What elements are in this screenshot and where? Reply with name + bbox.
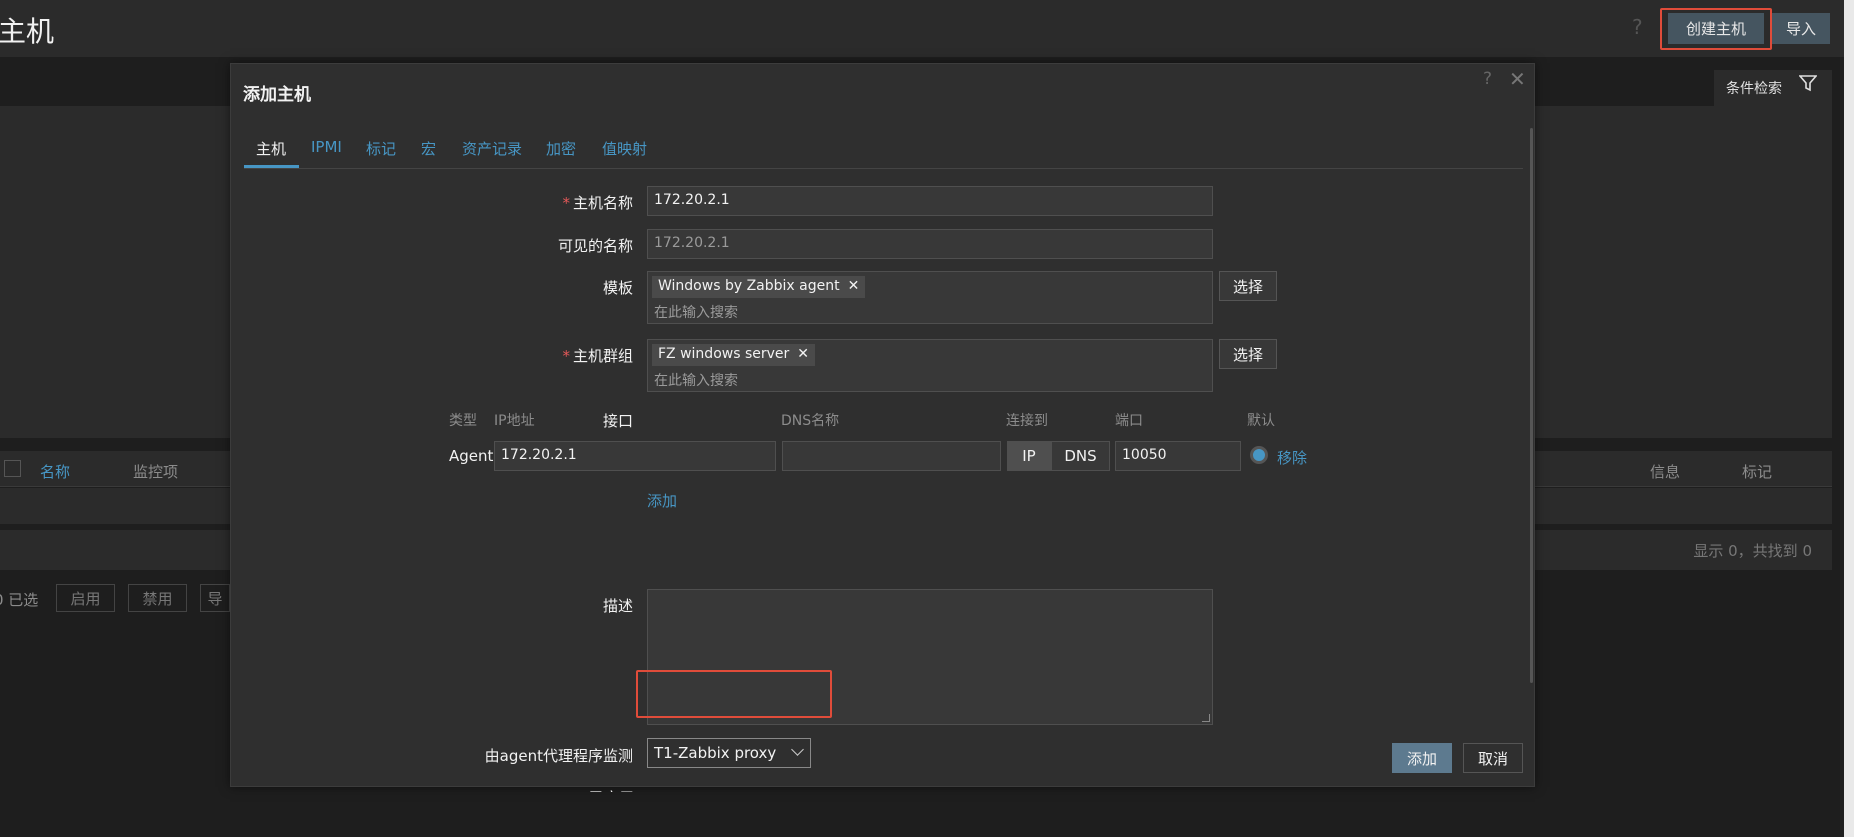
- filter-icon[interactable]: [1799, 74, 1817, 92]
- host-name-input[interactable]: 172.20.2.1: [647, 186, 1213, 216]
- close-icon[interactable]: ✕: [1509, 67, 1526, 91]
- disable-button[interactable]: 禁用: [128, 584, 187, 612]
- group-chip: FZ windows server ✕: [652, 344, 816, 366]
- dialog-help-icon[interactable]: ?: [1483, 69, 1492, 89]
- remove-interface-link[interactable]: 移除: [1277, 447, 1307, 468]
- host-groups-label: * 主机群组: [562, 347, 633, 365]
- add-host-dialog: 添加主机 ? ✕ 主机 IPMI 标记 宏 资产记录 加密 值映射 * 主机名称 …: [230, 63, 1535, 792]
- tab-value-mapping[interactable]: 值映射: [602, 138, 647, 159]
- selected-count: 0 已选: [0, 591, 39, 609]
- column-items: 监控项: [133, 463, 179, 481]
- proxy-select[interactable]: T1-Zabbix proxy: [647, 738, 811, 768]
- import-button[interactable]: 导入: [1772, 13, 1830, 44]
- create-host-button[interactable]: 创建主机: [1668, 13, 1764, 44]
- column-name[interactable]: 名称: [40, 461, 70, 482]
- template-chip: Windows by Zabbix agent ✕: [652, 276, 866, 298]
- iface-type-value: Agent: [449, 447, 494, 465]
- iface-dns-header: DNS名称: [781, 413, 840, 429]
- templates-multiselect[interactable]: Windows by Zabbix agent ✕ 在此输入搜索: [647, 271, 1213, 324]
- templates-label: 模板: [602, 279, 633, 297]
- iface-ip-input[interactable]: 172.20.2.1: [494, 441, 776, 471]
- visible-name-label: 可见的名称: [557, 237, 633, 255]
- iface-default-header: 默认: [1247, 413, 1275, 429]
- enable-button[interactable]: 启用: [56, 584, 115, 612]
- visible-name-input[interactable]: 172.20.2.1: [647, 229, 1213, 259]
- chevron-down-icon: [791, 743, 804, 756]
- resize-handle[interactable]: [1202, 714, 1210, 722]
- iface-dns-input[interactable]: [782, 441, 1001, 471]
- iface-connect-header: 连接到: [1006, 413, 1048, 429]
- help-icon[interactable]: ?: [1632, 15, 1643, 39]
- right-edge-strip: [1844, 0, 1854, 837]
- remove-chip-icon[interactable]: ✕: [848, 278, 860, 294]
- iface-port-input[interactable]: 10050: [1115, 441, 1241, 471]
- tab-macros[interactable]: 宏: [421, 138, 436, 159]
- templates-search-placeholder[interactable]: 在此输入搜索: [654, 302, 738, 322]
- host-name-label: * 主机名称: [562, 194, 633, 212]
- tab-ipmi[interactable]: IPMI: [311, 138, 342, 156]
- tab-inventory[interactable]: 资产记录: [462, 138, 522, 159]
- tab-tags[interactable]: 标记: [366, 138, 396, 159]
- export-button[interactable]: 导: [200, 584, 230, 612]
- iface-type-header: 类型: [449, 413, 477, 429]
- dialog-scrollbar[interactable]: [1530, 128, 1533, 683]
- tabs-divider: [244, 168, 1523, 169]
- connect-ip-toggle[interactable]: IP: [1007, 441, 1051, 471]
- filter-tab-label: 条件检索: [1726, 81, 1782, 97]
- host-groups-multiselect[interactable]: FZ windows server ✕ 在此输入搜索: [647, 339, 1213, 392]
- select-all-checkbox[interactable]: [4, 460, 21, 477]
- connect-dns-toggle[interactable]: DNS: [1051, 441, 1110, 471]
- iface-port-header: 端口: [1115, 413, 1143, 429]
- page-title: 主机: [0, 15, 55, 48]
- enabled-label: 已启用: [589, 787, 649, 792]
- cancel-button[interactable]: 取消: [1463, 743, 1523, 773]
- dialog-title: 添加主机: [243, 85, 311, 105]
- add-button[interactable]: 添加: [1392, 743, 1452, 773]
- iface-ip-header: IP地址: [494, 413, 535, 429]
- proxy-label: 由agent代理程序监测: [484, 747, 633, 765]
- add-interface-link[interactable]: 添加: [647, 490, 677, 511]
- remove-chip-icon[interactable]: ✕: [797, 346, 809, 362]
- interfaces-label: 接口: [602, 412, 633, 430]
- default-radio[interactable]: [1250, 446, 1268, 464]
- tab-host[interactable]: 主机: [256, 138, 286, 159]
- templates-select-button[interactable]: 选择: [1219, 271, 1277, 301]
- description-textarea[interactable]: [647, 589, 1213, 725]
- result-count: 显示 0，共找到 0: [1693, 542, 1812, 560]
- tab-encryption[interactable]: 加密: [546, 138, 576, 159]
- top-header: 主机 ? 创建主机 导入: [0, 0, 1854, 57]
- description-label: 描述: [602, 597, 633, 615]
- column-info: 信息: [1650, 463, 1681, 481]
- groups-search-placeholder[interactable]: 在此输入搜索: [654, 370, 738, 390]
- column-tags: 标记: [1742, 463, 1773, 481]
- groups-select-button[interactable]: 选择: [1219, 339, 1277, 369]
